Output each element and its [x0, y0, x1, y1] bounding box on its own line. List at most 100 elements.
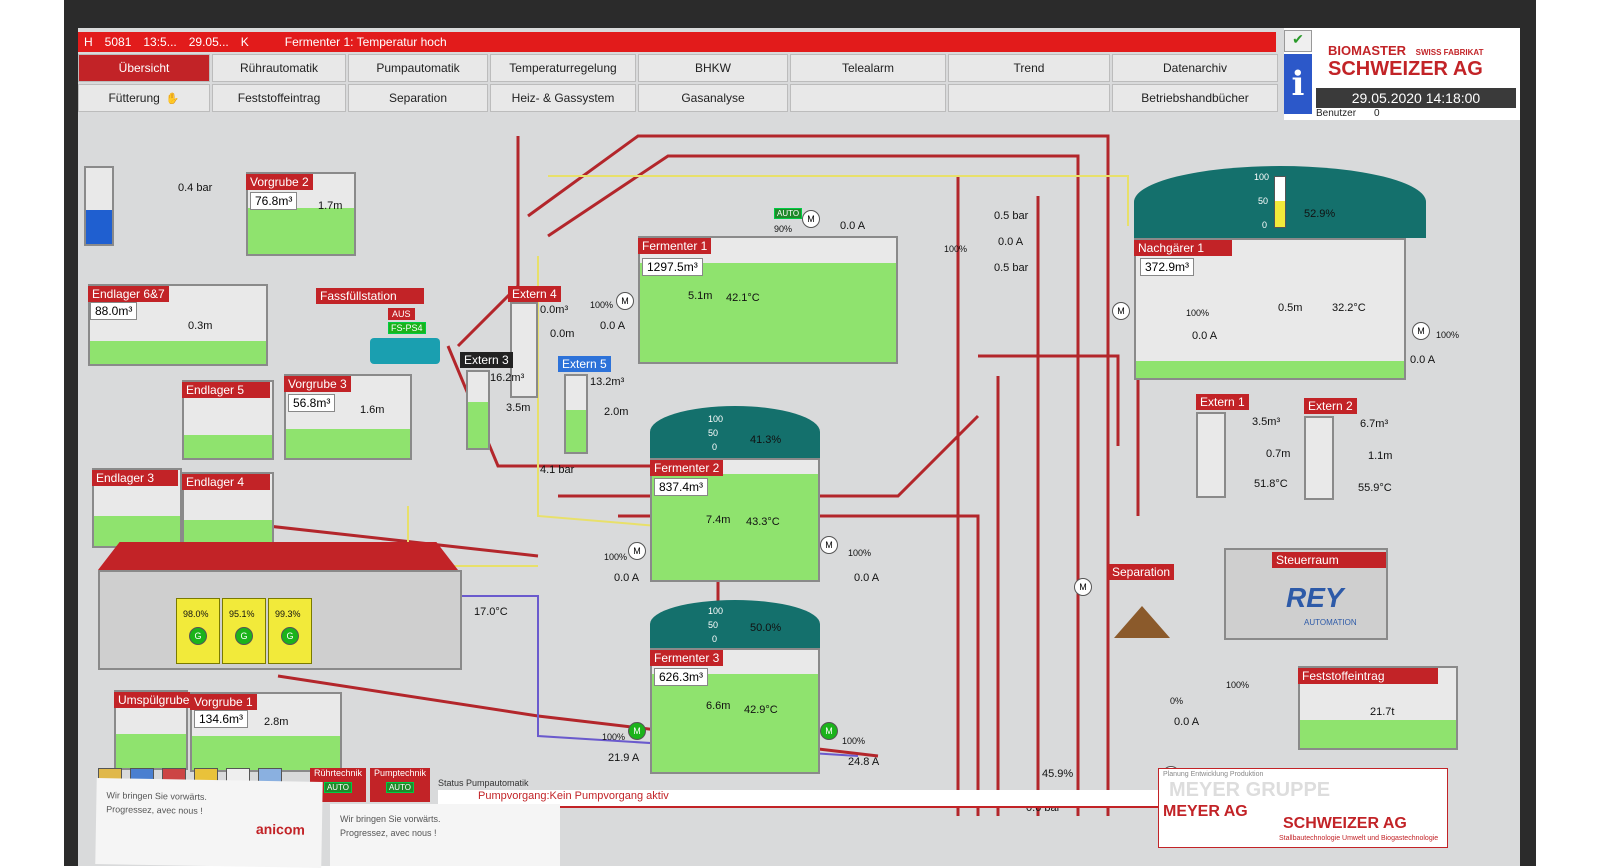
extern-5-title: Extern 5: [558, 356, 611, 372]
feststoffeintrag-title: Feststoffeintrag: [1298, 668, 1438, 684]
tab-ruehrautomatik[interactable]: Rührautomatik: [212, 54, 346, 82]
water-tank[interactable]: [84, 166, 114, 246]
pumptechnik-panel[interactable]: Pumptechnik AUTO: [370, 768, 430, 802]
heating-temp: 17.0°C: [474, 606, 508, 618]
extern-3-value-1: 16.2m³: [490, 372, 525, 384]
nachgaerer-1-motor-r[interactable]: M: [1412, 322, 1430, 340]
feststoffeintrag-current: 0.0 A: [1174, 716, 1200, 728]
fermenter-3-motor-l[interactable]: M: [628, 722, 646, 740]
tab-fuetterung[interactable]: Fütterung ✋: [78, 84, 210, 112]
endlager-67-title: Endlager 6&7: [88, 286, 169, 302]
heater-3-pct: 99.3%: [275, 609, 301, 619]
extern-1-value-1: 3.5m³: [1252, 416, 1281, 428]
fermenter-2-pct-l: 100%: [604, 552, 628, 562]
fermenter-1-temp: 42.1°C: [726, 292, 760, 304]
tab-empty-2[interactable]: [948, 84, 1110, 112]
tab-betriebshandbuecher[interactable]: Betriebshandbücher: [1112, 84, 1278, 112]
checkmark-icon[interactable]: ✔: [1284, 30, 1312, 52]
fermenter-3-pct-r: 100%: [842, 736, 866, 746]
tab-temperaturregelung[interactable]: Temperaturregelung: [490, 54, 636, 82]
nachgaerer-1-current-r: 0.0 A: [1410, 354, 1436, 366]
pumptechnik-label: Pumptechnik: [373, 768, 427, 778]
fermenter-2-pct-r: 100%: [848, 548, 872, 558]
ruehrtechnik-auto[interactable]: AUTO: [323, 782, 353, 793]
fermenter-3-current-r: 24.8 A: [848, 756, 880, 768]
logo-biomaster: BIOMASTER: [1328, 43, 1406, 58]
info-button[interactable]: i: [1284, 54, 1312, 114]
fermenter-3-tank[interactable]: [650, 648, 820, 774]
extern-5-level: [566, 410, 586, 452]
extern-5-value-1: 13.2m³: [590, 376, 625, 388]
tab-feststoffeintrag[interactable]: Feststoffeintrag: [212, 84, 346, 112]
vorgrube-1-level: [192, 735, 340, 770]
feststoffeintrag-level: [1300, 720, 1456, 748]
note-2-line-1: Wir bringen Sie vorwärts.: [340, 814, 441, 824]
tab-telealarm[interactable]: Telealarm: [790, 54, 946, 82]
fermenter-2-scale-50: 50: [708, 428, 719, 438]
nachgaerer-1-gas-fill: [1275, 200, 1285, 227]
steuerraum-title: Steuerraum: [1272, 552, 1386, 568]
meyer-ag: MEYER AG: [1163, 803, 1248, 820]
tab-gasanalyse[interactable]: Gasanalyse: [638, 84, 788, 112]
tab-empty-1[interactable]: [790, 84, 946, 112]
tab-bhkw[interactable]: BHKW: [638, 54, 788, 82]
valve-pct: 100%: [944, 244, 968, 254]
separation-motor[interactable]: M: [1074, 578, 1092, 596]
alarm-bar[interactable]: H 5081 13:5... 29.05... K Fermenter 1: T…: [78, 32, 1276, 52]
valve-current-a: 0.0 A: [998, 236, 1024, 248]
fermenter-2-level-value: 7.4m: [706, 514, 731, 526]
extern-1-value-2: 0.7m: [1266, 448, 1291, 460]
heater-1-pct: 98.0%: [183, 609, 209, 619]
fermenter-2-title: Fermenter 2: [650, 460, 724, 476]
fermenter-2-tank[interactable]: [650, 458, 820, 582]
heater-3-motor: G: [281, 627, 299, 645]
tab-trend[interactable]: Trend: [948, 54, 1110, 82]
fermenter-1-motor[interactable]: M: [616, 292, 634, 310]
building-roof: [98, 542, 458, 570]
fermenter-3-current-l: 21.9 A: [608, 752, 640, 764]
tab-heiz-gassystem[interactable]: Heiz- & Gassystem: [490, 84, 636, 112]
heater-3[interactable]: 99.3% G: [268, 598, 312, 664]
meyer-group: MEYER GRUPPE: [1169, 779, 1331, 801]
tab-pumpautomatik[interactable]: Pumpautomatik: [348, 54, 488, 82]
nachgaerer-1-motor[interactable]: M: [1112, 302, 1130, 320]
tab-separation[interactable]: Separation: [348, 84, 488, 112]
fermenter-2-motor-r[interactable]: M: [820, 536, 838, 554]
alarm-unit: K: [240, 35, 249, 49]
endlager-3-title: Endlager 3: [92, 470, 178, 486]
meyer-tagline: Stallbautechnologie Umwelt und Biogastec…: [1279, 835, 1439, 842]
fermenter-3-level-value: 6.6m: [706, 700, 731, 712]
extern-5-value-2: 2.0m: [604, 406, 629, 418]
alarm-time: 13:5...: [143, 35, 177, 49]
fermenter-3-scale-0: 0: [712, 634, 718, 644]
tab-uebersicht[interactable]: Übersicht: [78, 54, 210, 82]
nachgaerer-1-gas-gauge: [1274, 176, 1286, 228]
schweizer-ag: SCHWEIZER AG: [1283, 815, 1407, 832]
extern-5-silo[interactable]: [564, 374, 588, 454]
extern-2-value-1: 6.7m³: [1360, 418, 1389, 430]
heater-1[interactable]: 98.0% G: [176, 598, 220, 664]
tab-datenarchiv[interactable]: Datenarchiv: [1112, 54, 1278, 82]
fermenter-1-agitator-motor[interactable]: M: [802, 210, 820, 228]
extern-2-silo[interactable]: [1304, 416, 1334, 500]
fermenter-2-scale-100: 100: [708, 414, 724, 424]
biomaster-logo: BIOMASTER SWISS FABRIKAT SCHWEIZER AG: [1328, 44, 1483, 79]
fermenter-1-pct: 100%: [590, 300, 614, 310]
extern-3-silo[interactable]: [466, 370, 490, 450]
nachgaerer-1-scale-50: 50: [1258, 196, 1269, 206]
fermenter-1-agitator-auto[interactable]: AUTO: [774, 208, 803, 219]
extern-3-level: [468, 402, 488, 448]
nachgaerer-1-level-value: 0.5m: [1278, 302, 1303, 314]
meyer-sub: Planung Entwicklung Produktion: [1163, 771, 1264, 778]
extern-1-silo[interactable]: [1196, 412, 1226, 498]
fermenter-2-motor-l[interactable]: M: [628, 542, 646, 560]
datetime-display: 29.05.2020 14:18:00: [1316, 88, 1516, 108]
extern-4-title: Extern 4: [508, 286, 561, 302]
main-navigation: Übersicht Rührautomatik Pumpautomatik Te…: [78, 54, 1278, 112]
fermenter-1-tank[interactable]: [638, 236, 898, 364]
pressure-0-5-b: 0.5 bar: [994, 262, 1029, 274]
pumptechnik-auto[interactable]: AUTO: [385, 782, 415, 793]
fermenter-3-motor-r[interactable]: M: [820, 722, 838, 740]
heater-2[interactable]: 95.1% G: [222, 598, 266, 664]
vorgrube-2-title: Vorgrube 2: [246, 174, 313, 190]
